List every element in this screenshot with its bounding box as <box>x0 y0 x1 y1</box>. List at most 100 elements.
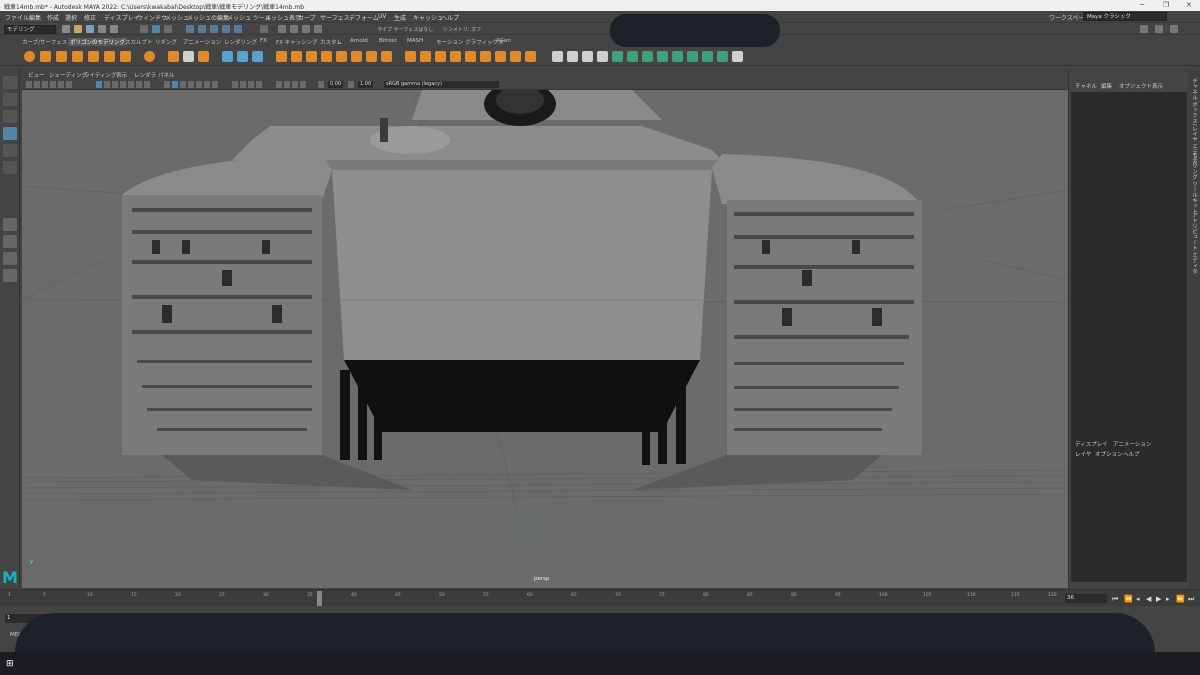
shelf-tab-arnold[interactable]: Arnold <box>350 38 368 44</box>
play-backwards-icon[interactable]: ◀ <box>1146 595 1151 603</box>
shelf-tab-xgen[interactable]: XGen <box>496 38 511 44</box>
layer-list[interactable] <box>1071 470 1187 582</box>
save-scene-icon[interactable] <box>86 25 94 33</box>
smooth-icon[interactable] <box>252 51 263 62</box>
step-forward-frame-icon[interactable]: ▸ <box>1166 595 1170 603</box>
time-slider[interactable]: 1 5 10 15 20 25 30 35 40 45 50 55 60 65 … <box>0 589 1200 606</box>
close-icon[interactable]: ✕ <box>1186 1 1192 9</box>
shelf-tab-animation[interactable]: アニメーション <box>183 38 221 46</box>
uv-unfold-icon[interactable] <box>687 51 698 62</box>
uv-auto-icon[interactable] <box>627 51 638 62</box>
persp-outliner-layout-icon[interactable] <box>3 252 17 265</box>
time-ruler[interactable]: 1 5 10 15 20 25 30 35 40 45 50 55 60 65 … <box>6 591 1061 606</box>
render-view-icon[interactable] <box>278 25 286 33</box>
depth-of-field-icon[interactable] <box>256 81 262 88</box>
single-perspective-layout-icon[interactable] <box>3 218 17 231</box>
four-view-layout-icon[interactable] <box>3 235 17 248</box>
colorspace-select[interactable]: sRGB gamma (legacy) <box>384 81 499 88</box>
menu-deform[interactable]: デフォーム <box>349 13 379 22</box>
layer-menu-options[interactable]: オプション <box>1095 450 1123 458</box>
step-back-frame-icon[interactable]: ◂ <box>1136 595 1140 603</box>
step-back-key-icon[interactable]: ⏪ <box>1124 595 1133 603</box>
exposure-field[interactable]: 0.00 <box>328 81 344 88</box>
textured-icon[interactable] <box>196 81 202 88</box>
camera-attributes-icon[interactable] <box>34 81 40 88</box>
ipr-render-icon[interactable] <box>302 25 310 33</box>
shelf-tab-mash[interactable]: MASH <box>407 38 423 44</box>
uv-camera-icon[interactable] <box>672 51 683 62</box>
film-gate-icon[interactable] <box>104 81 110 88</box>
shelf-tab-custom[interactable]: カスタム <box>320 38 342 46</box>
render-current-icon[interactable] <box>290 25 298 33</box>
mirror-icon[interactable] <box>291 51 302 62</box>
grease-pencil-icon[interactable] <box>66 81 72 88</box>
shelf-tab-bifrost[interactable]: Bifrost <box>379 38 397 44</box>
channelbox-menu-show[interactable]: 表示 <box>1152 82 1163 90</box>
duplicate-face-icon[interactable] <box>525 51 536 62</box>
side-tab-attribute-editor[interactable]: アトリビュート エディタ <box>1190 212 1198 274</box>
open-scene-icon[interactable] <box>74 25 82 33</box>
shelf-tab-rigging[interactable]: リギング <box>155 38 177 46</box>
shelf-tab-motion-graphics[interactable]: モーション グラフィックス <box>436 38 503 46</box>
channelbox-menu-channels[interactable]: チャネル <box>1075 82 1097 90</box>
render-settings-icon[interactable] <box>314 25 322 33</box>
step-forward-key-icon[interactable]: ⏩ <box>1176 595 1185 603</box>
persp-graph-layout-icon[interactable] <box>3 269 17 282</box>
isolate-select-icon[interactable] <box>276 81 282 88</box>
layer-menu-layers[interactable]: レイヤ <box>1075 450 1091 458</box>
snap-view-plane-icon[interactable] <box>222 25 230 33</box>
channelbox-menu-edit[interactable]: 編集 <box>1101 82 1112 90</box>
poly-sphere-icon[interactable] <box>24 51 35 62</box>
go-to-start-icon[interactable]: ⏮ <box>1112 595 1118 604</box>
layer-tab-animation[interactable]: アニメーション <box>1113 440 1151 448</box>
sweep-mesh-icon[interactable] <box>168 51 179 62</box>
field-chart-icon[interactable] <box>128 81 134 88</box>
xray-active-icon[interactable] <box>292 81 298 88</box>
current-frame-field[interactable]: 36 <box>1065 594 1107 603</box>
poly-disc-icon[interactable] <box>120 51 131 62</box>
redo-icon[interactable] <box>110 25 118 33</box>
grab-brush-icon[interactable] <box>597 51 608 62</box>
quad-draw-icon[interactable] <box>495 51 506 62</box>
menu-edit-mesh[interactable]: メッシュの編集 <box>187 13 229 22</box>
poly-cylinder-icon[interactable] <box>56 51 67 62</box>
exposure-icon[interactable] <box>318 81 324 88</box>
menu-mesh[interactable]: メッシュ <box>165 13 189 22</box>
menu-mesh-display[interactable]: メッシュ表示 <box>265 13 301 22</box>
select-hierarchy-icon[interactable] <box>140 25 148 33</box>
viewport-menu-renderer[interactable]: レンダラ <box>134 71 156 79</box>
2d-pan-zoom-icon[interactable] <box>58 81 64 88</box>
menu-display[interactable]: ディスプレイ <box>104 13 140 22</box>
snap-point-icon[interactable] <box>210 25 218 33</box>
channel-box-toggle-icon[interactable] <box>1155 25 1163 33</box>
current-time-marker[interactable] <box>317 591 322 606</box>
resolution-gate-icon[interactable] <box>112 81 118 88</box>
smooth-shade-icon[interactable] <box>172 81 178 88</box>
poly-cube-icon[interactable] <box>40 51 51 62</box>
poly-type-icon[interactable] <box>183 51 194 62</box>
layer-menu-help[interactable]: ヘルプ <box>1123 450 1140 458</box>
grid-toggle-icon[interactable] <box>96 81 102 88</box>
select-component-icon[interactable] <box>164 25 172 33</box>
default-material-icon[interactable] <box>180 81 186 88</box>
ambient-occlusion-icon[interactable] <box>232 81 238 88</box>
separate-icon[interactable] <box>237 51 248 62</box>
viewport-menu-panels[interactable]: パネル <box>158 71 175 79</box>
menu-help[interactable]: ヘルプ <box>441 13 459 22</box>
combine-icon[interactable] <box>222 51 233 62</box>
bookmarks-icon[interactable] <box>42 81 48 88</box>
sign-in-icon[interactable] <box>1140 25 1148 33</box>
uv-layout-icon[interactable] <box>702 51 713 62</box>
live-surface-label[interactable]: ライブ サーフェスはなし <box>377 26 433 33</box>
poly-torus-icon[interactable] <box>88 51 99 62</box>
offset-edge-loop-icon[interactable] <box>450 51 461 62</box>
gamma-icon[interactable] <box>348 81 354 88</box>
snap-curve-icon[interactable] <box>198 25 206 33</box>
shelf-tab-poly-modeling[interactable]: ポリゴンのモデリング <box>68 38 128 46</box>
menu-file[interactable]: ファイル <box>5 13 29 22</box>
relax-brush-icon[interactable] <box>582 51 593 62</box>
safe-action-icon[interactable] <box>136 81 142 88</box>
menu-surfaces[interactable]: サーフェス <box>320 13 350 22</box>
menu-cache[interactable]: キャッシュ <box>413 13 443 22</box>
scale-tool-icon[interactable] <box>3 161 17 174</box>
